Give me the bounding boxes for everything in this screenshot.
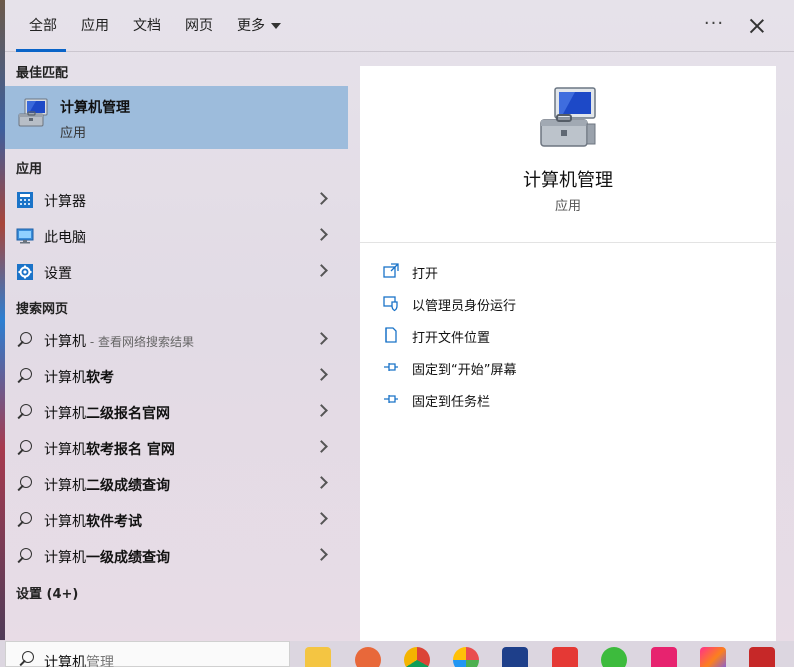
action-label: 打开 [412,267,439,282]
best-match-header: 最佳匹配 [16,66,69,81]
search-icon [16,547,34,565]
web-item-label: 计算机二级报名官网 [44,406,170,422]
chevron-right-icon[interactable] [315,476,328,489]
search-panel: 全部 应用 文档 网页 更多 ··· 最佳匹配 计算机管理 应用 应用 计算器 … [5,0,794,641]
action-label: 打开文件位置 [412,331,491,346]
search-input[interactable]: 计算机管理 [44,652,114,667]
taskbar: 计算机管理 [0,641,794,667]
app-item-label: 计算器 [44,194,86,210]
app-item-this-pc[interactable]: 此电脑 [5,218,348,254]
chevron-right-icon[interactable] [315,404,328,417]
web-item-bold-part: 软件考试 [86,514,142,530]
search-icon [16,367,34,385]
this-pc-icon [16,228,34,244]
settings-gear-icon [17,264,33,280]
web-item-label: 计算机软件考试 [44,514,142,530]
jetbrains-icon[interactable] [700,647,726,667]
tab-bar: 全部 应用 文档 网页 更多 ··· [5,0,794,52]
chevron-right-icon[interactable] [315,440,328,453]
web-item-bold-part: 一级成绩查询 [86,550,170,566]
calculator-icon [17,192,33,208]
web-item-bold-part: 二级报名官网 [86,406,170,422]
ellipsis-icon[interactable]: ··· [702,14,726,38]
detail-panel: 计算机管理 应用 打开 以管理员身份运行 打开文件位置 固定到“开始”屏幕 固定… [360,66,776,641]
pin-icon [384,395,398,403]
search-icon [16,511,34,529]
web-item-label: 计算机软考 [44,370,114,386]
file-location-icon [385,327,397,343]
web-search-header: 搜索网页 [16,302,69,317]
web-item-label: 计算机软考报名 官网 [44,442,175,458]
wps-icon[interactable] [552,647,578,667]
search-icon [16,475,34,493]
red-app-icon[interactable] [749,647,775,667]
search-typed-text: 计算机 [44,655,86,667]
app-item-label: 设置 [44,266,72,282]
colorful-app-icon[interactable] [453,647,479,667]
action-label: 以管理员身份运行 [412,299,517,314]
search-icon [16,403,34,421]
pink-app-icon[interactable] [651,647,677,667]
file-explorer-icon[interactable] [305,647,331,667]
wechat-icon[interactable] [601,647,627,667]
web-item-suffix: - 查看网络搜索结果 [86,335,194,349]
web-item[interactable]: 计算机一级成绩查询 [5,538,348,574]
web-item[interactable]: 计算机二级成绩查询 [5,466,348,502]
app-item-settings[interactable]: 设置 [5,254,348,290]
open-icon [383,263,399,278]
tab-apps[interactable]: 应用 [81,0,109,52]
best-match-subtitle: 应用 [60,126,87,141]
chevron-down-icon [271,23,281,29]
chevron-right-icon[interactable] [315,512,328,525]
web-item[interactable]: 计算机二级报名官网 [5,394,348,430]
taskbar-search-box[interactable]: 计算机管理 [5,641,290,667]
detail-title: 计算机管理 [523,170,613,191]
web-item[interactable]: 计算机软考报名 官网 [5,430,348,466]
web-item-label: 计算机一级成绩查询 [44,550,170,566]
chevron-right-icon[interactable] [315,368,328,381]
web-item-label: 计算机 - 查看网络搜索结果 [44,331,194,351]
chrome-icon[interactable] [404,647,430,667]
computer-management-icon [540,87,596,147]
search-suggestion-text: 管理 [86,655,114,667]
tab-all[interactable]: 全部 [29,0,57,52]
blue-app-icon[interactable] [502,647,528,667]
tab-more-label: 更多 [237,18,265,34]
snail-app-icon[interactable] [355,647,381,667]
run-as-admin-icon [383,296,398,312]
pin-icon [384,363,398,371]
divider [360,242,776,243]
close-icon[interactable] [745,14,769,38]
web-item-label: 计算机二级成绩查询 [44,478,170,494]
web-item[interactable]: 计算机软件考试 [5,502,348,538]
web-item-bold-part: 二级成绩查询 [86,478,170,494]
best-match-title: 计算机管理 [60,100,130,116]
best-match-item[interactable]: 计算机管理 应用 [5,86,348,149]
tab-documents[interactable]: 文档 [133,0,161,52]
action-label: 固定到任务栏 [412,395,491,410]
web-item[interactable]: 计算机 - 查看网络搜索结果 [5,322,348,358]
chevron-right-icon[interactable] [315,264,328,277]
apps-header: 应用 [16,162,43,177]
web-item-bold-part: 软考 [86,370,114,386]
web-item-bold-part: 软考报名 官网 [86,442,175,458]
chevron-right-icon[interactable] [315,192,328,205]
action-label: 固定到“开始”屏幕 [412,363,517,378]
tab-web[interactable]: 网页 [185,0,213,52]
tab-more[interactable]: 更多 [237,0,281,52]
search-icon [16,331,34,349]
chevron-right-icon[interactable] [315,228,328,241]
chevron-right-icon[interactable] [315,332,328,345]
app-item-calculator[interactable]: 计算器 [5,182,348,218]
computer-management-icon [18,98,48,127]
chevron-right-icon[interactable] [315,548,328,561]
app-item-label: 此电脑 [44,230,86,246]
web-item-text: 计算机 [44,334,86,350]
search-icon [18,650,36,667]
detail-subtitle: 应用 [554,199,581,214]
active-tab-indicator [16,49,66,52]
search-icon [16,439,34,457]
web-item[interactable]: 计算机软考 [5,358,348,394]
settings-count-header[interactable]: 设置 (4+) [16,583,78,602]
